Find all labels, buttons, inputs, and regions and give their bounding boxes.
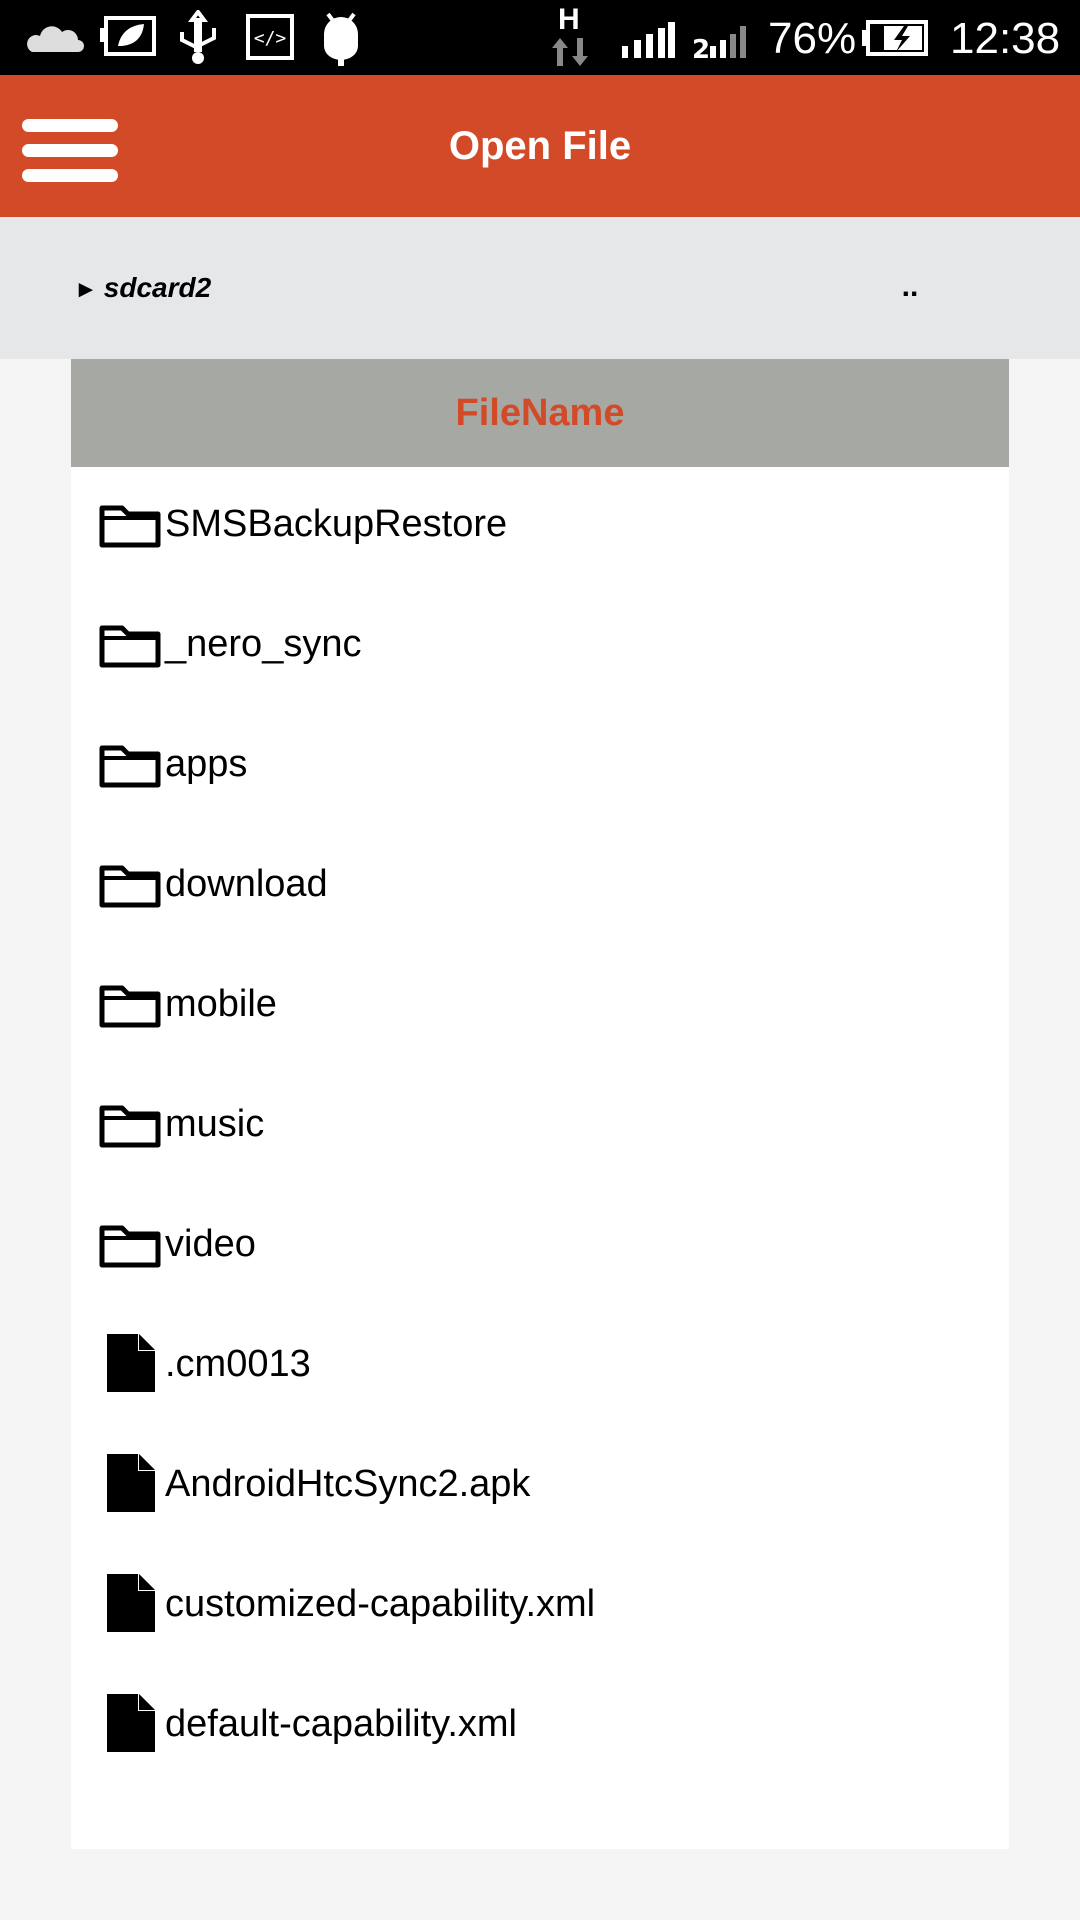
app-bar: Open File xyxy=(0,75,1080,217)
folder-icon xyxy=(99,500,161,553)
row-label: apps xyxy=(165,743,248,785)
row-label: video xyxy=(165,1223,256,1265)
path-bar: ► sdcard2 .. xyxy=(0,217,1080,359)
folder-row[interactable]: video xyxy=(71,1184,1009,1304)
signal-sim2-icon: 2 xyxy=(692,26,746,60)
folder-row[interactable]: music xyxy=(71,1064,1009,1184)
folder-icon xyxy=(99,860,161,913)
folder-row[interactable]: _nero_sync xyxy=(71,584,1009,704)
row-label: mobile xyxy=(165,983,277,1025)
parent-directory-button[interactable]: .. xyxy=(880,247,940,327)
current-directory-label: sdcard2 xyxy=(103,272,212,303)
row-label: _nero_sync xyxy=(165,623,362,665)
folder-row[interactable]: SMSBackupRestore xyxy=(71,464,1009,584)
file-list: FileName My DocumentsSMSBackupRestore_ne… xyxy=(71,359,1009,1849)
folder-icon xyxy=(99,980,161,1033)
battery-percent: 76% xyxy=(768,14,857,63)
row-label: SMSBackupRestore xyxy=(165,503,508,545)
folder-icon xyxy=(99,1220,161,1273)
file-icon xyxy=(99,1574,161,1637)
row-label: customized-capability.xml xyxy=(165,1583,596,1625)
folder-icon xyxy=(99,620,161,673)
row-label: AndroidHtcSync2.apk xyxy=(165,1463,531,1505)
data-transfer-icon xyxy=(552,38,588,66)
file-row[interactable]: customized-capability.xml xyxy=(71,1544,1009,1664)
page-title: Open File xyxy=(448,124,632,168)
battery-charging-icon xyxy=(862,20,928,56)
leaf-notification-icon xyxy=(100,16,156,56)
row-label: .cm0013 xyxy=(165,1343,311,1385)
usb-icon xyxy=(180,10,216,64)
file-icon xyxy=(99,1694,161,1757)
signal-sim1-icon xyxy=(622,22,675,58)
filename-column-header[interactable]: FileName xyxy=(71,359,1009,467)
folder-icon xyxy=(99,740,161,793)
file-row[interactable]: default-capability.xml xyxy=(71,1664,1009,1784)
row-label: download xyxy=(165,863,328,905)
file-icon xyxy=(99,1454,161,1517)
current-directory: ► sdcard2 xyxy=(74,217,211,361)
folder-row[interactable]: mobile xyxy=(71,944,1009,1064)
folder-icon xyxy=(99,1100,161,1153)
path-arrow-icon: ► xyxy=(74,276,98,303)
svg-text:2: 2 xyxy=(692,35,710,60)
cloud-icon xyxy=(27,26,84,52)
clock: 12:38 xyxy=(950,14,1061,63)
folder-row[interactable]: download xyxy=(71,824,1009,944)
row-label: music xyxy=(165,1103,265,1145)
folder-row[interactable]: apps xyxy=(71,704,1009,824)
network-type-label: H xyxy=(558,3,580,36)
android-icon xyxy=(324,12,358,66)
status-bar: </> H 2 76% 12:38 xyxy=(0,0,1080,75)
svg-text:</>: </> xyxy=(254,28,287,49)
file-row[interactable]: AndroidHtcSync2.apk xyxy=(71,1424,1009,1544)
file-icon xyxy=(99,1334,161,1397)
row-label: default-capability.xml xyxy=(165,1703,518,1745)
code-icon: </> xyxy=(246,14,294,60)
file-row[interactable]: .cm0013 xyxy=(71,1304,1009,1424)
